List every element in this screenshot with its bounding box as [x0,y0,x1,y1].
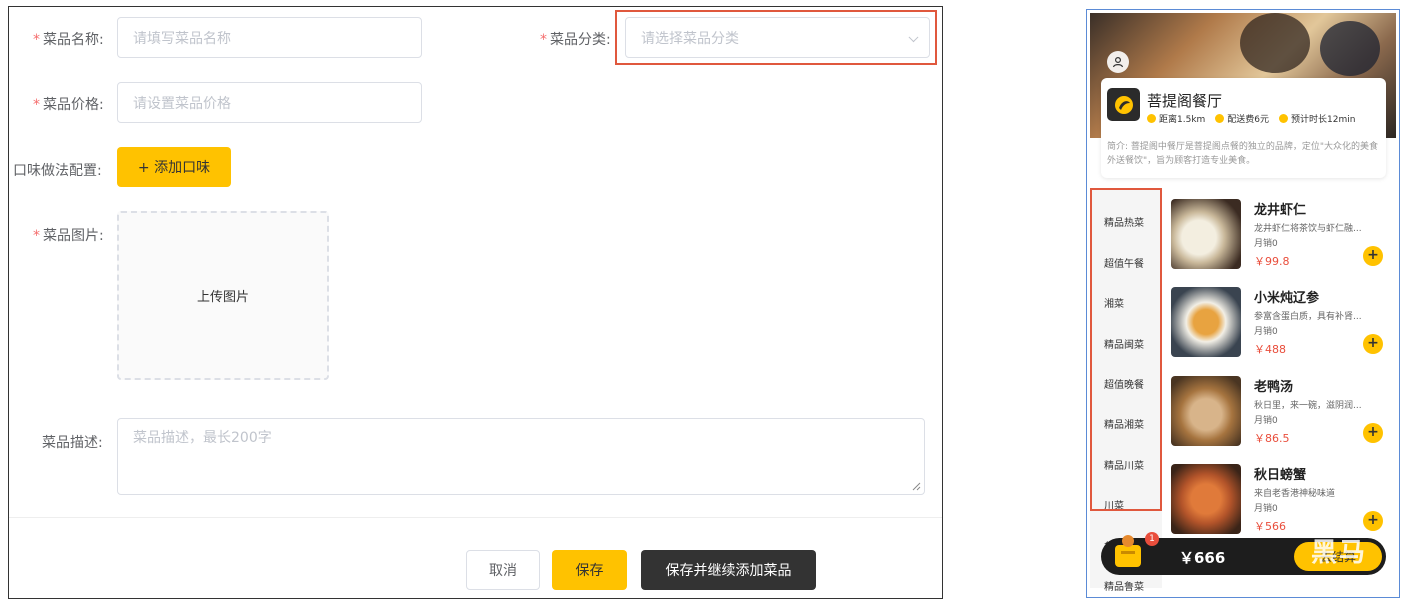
eta-text: 预计时长12min [1291,115,1356,125]
user-avatar-icon[interactable] [1107,51,1129,73]
category-item[interactable]: 川菜 [1104,497,1124,512]
dish-name: 龙井虾仁 [1254,203,1307,218]
category-item[interactable]: 精品湘菜 [1104,416,1144,431]
dish-price: ￥566 [1254,520,1286,533]
add-to-cart-button[interactable]: + [1363,423,1383,443]
dish-name-input[interactable]: 请填写菜品名称 [117,17,422,58]
dish-desc: 来自老香港神秘味道 [1254,489,1336,499]
dish-desc: 龙井虾仁将茶饮与虾仁融... [1254,224,1362,234]
shop-logo [1107,88,1140,121]
cancel-button[interactable]: 取消 [466,550,540,590]
category-placeholder: 请选择菜品分类 [641,30,739,47]
shop-info-card: 菩提阁餐厅 距离1.5km 配送费6元 预计时长12min 简介: 菩提阁中餐厅… [1101,78,1386,178]
dish-sales: 月销0 [1254,327,1278,337]
watermark-logo: 黑马 [1311,538,1368,568]
cart-total: ￥666 [1179,549,1226,567]
required-mark: * [540,32,547,48]
save-and-continue-button[interactable]: 保存并继续添加菜品 [641,550,816,590]
delivery-fee-text: 配送费6元 [1227,115,1270,125]
dish-form-panel: * 菜品名称: 请填写菜品名称 * 菜品分类: 请选择菜品分类 * 菜品价格: 请设置… [8,6,943,599]
dish-name: 秋日螃蟹 [1254,468,1307,483]
category-select[interactable]: 请选择菜品分类 [625,17,930,58]
dish-sales: 月销0 [1254,504,1278,514]
chevron-down-icon [908,31,919,42]
category-item[interactable]: 精品闽菜 [1104,336,1144,351]
dish-price-placeholder: 请设置菜品价格 [133,95,231,112]
dish-image [1171,464,1241,534]
category-sidebar: 精品热菜 超值午餐 湘菜 精品闽菜 超值晚餐 精品湘菜 精品川菜 川菜 鲁菜 精… [1090,188,1162,593]
cart-count-badge: 1 [1145,532,1159,546]
category-item[interactable]: 超值晚餐 [1104,376,1144,391]
dish-price: ￥86.5 [1254,432,1290,445]
dish-sales: 月销0 [1254,239,1278,249]
category-label-text: 菜品分类: [550,32,611,48]
dish-name: 老鸭汤 [1254,380,1294,395]
dish-desc: 参富含蛋白质，具有补肾... [1254,312,1362,322]
mobile-preview: 菩提阁餐厅 距离1.5km 配送费6元 预计时长12min 简介: 菩提阁中餐厅… [1086,9,1400,598]
dish-image [1171,376,1241,446]
dish-item: 龙井虾仁 龙井虾仁将茶饮与虾仁融... 月销0 ￥99.8 + [1171,199,1391,279]
dish-image [1171,199,1241,269]
category-item[interactable]: 湘菜 [1104,295,1124,310]
price-label-text: 菜品价格: [43,97,104,113]
category-label: * 菜品分类: [540,29,611,49]
desc-label: 菜品描述: [42,435,103,451]
add-to-cart-button[interactable]: + [1363,246,1383,266]
image-label: * 菜品图片: [33,225,104,245]
shop-intro: 简介: 菩提阁中餐厅是菩提阁点餐的独立的品牌，定位"大众化的美食外送餐饮"，旨为… [1107,142,1379,166]
required-mark: * [33,97,40,113]
add-flavor-button[interactable]: + 添加口味 [117,147,231,187]
banner-decoration [1240,13,1310,73]
category-item[interactable]: 精品热菜 [1104,214,1144,229]
required-mark: * [33,228,40,244]
resize-handle-icon[interactable] [912,482,921,491]
dish-price: ￥488 [1254,343,1286,356]
dish-name-placeholder: 请填写菜品名称 [133,30,231,47]
dish-item: 老鸭汤 秋日里，来一碗，滋阴润... 月销0 ￥86.5 + [1171,376,1391,456]
dish-sales: 月销0 [1254,416,1278,426]
footer-divider [9,517,942,518]
save-button[interactable]: 保存 [552,550,627,590]
flavor-label: 口味做法配置: [13,163,102,179]
upload-text: 上传图片 [196,290,249,305]
required-mark: * [33,32,40,48]
name-label: * 菜品名称: [33,29,104,49]
dish-desc: 秋日里，来一碗，滋阴润... [1254,401,1362,411]
category-item[interactable]: 精品鲁菜 [1104,578,1144,593]
image-label-text: 菜品图片: [43,228,104,244]
category-item[interactable]: 超值午餐 [1104,255,1144,270]
image-upload-area[interactable]: 上传图片 [117,211,329,380]
category-item[interactable]: 精品川菜 [1104,457,1144,472]
distance-icon [1147,114,1156,123]
dish-image [1171,287,1241,357]
dish-price: ￥99.8 [1254,255,1290,268]
shop-meta: 距离1.5km 配送费6元 预计时长12min [1147,112,1355,125]
price-label: * 菜品价格: [33,94,104,114]
dish-name: 小米炖辽参 [1254,291,1320,306]
add-to-cart-button[interactable]: + [1363,334,1383,354]
dish-item: 小米炖辽参 参富含蛋白质，具有补肾... 月销0 ￥488 + [1171,287,1391,367]
shop-name: 菩提阁餐厅 [1147,92,1223,110]
desc-placeholder: 菜品描述，最长200字 [133,430,272,446]
cart-icon[interactable] [1111,529,1149,571]
dish-price-input[interactable]: 请设置菜品价格 [117,82,422,123]
add-to-cart-button[interactable]: + [1363,511,1383,531]
banner-decoration [1320,21,1380,76]
dish-description-textarea[interactable]: 菜品描述，最长200字 [117,418,925,495]
delivery-fee-icon [1215,114,1225,123]
distance-text: 距离1.5km [1159,115,1206,125]
clock-icon [1279,114,1289,123]
name-label-text: 菜品名称: [43,32,104,48]
